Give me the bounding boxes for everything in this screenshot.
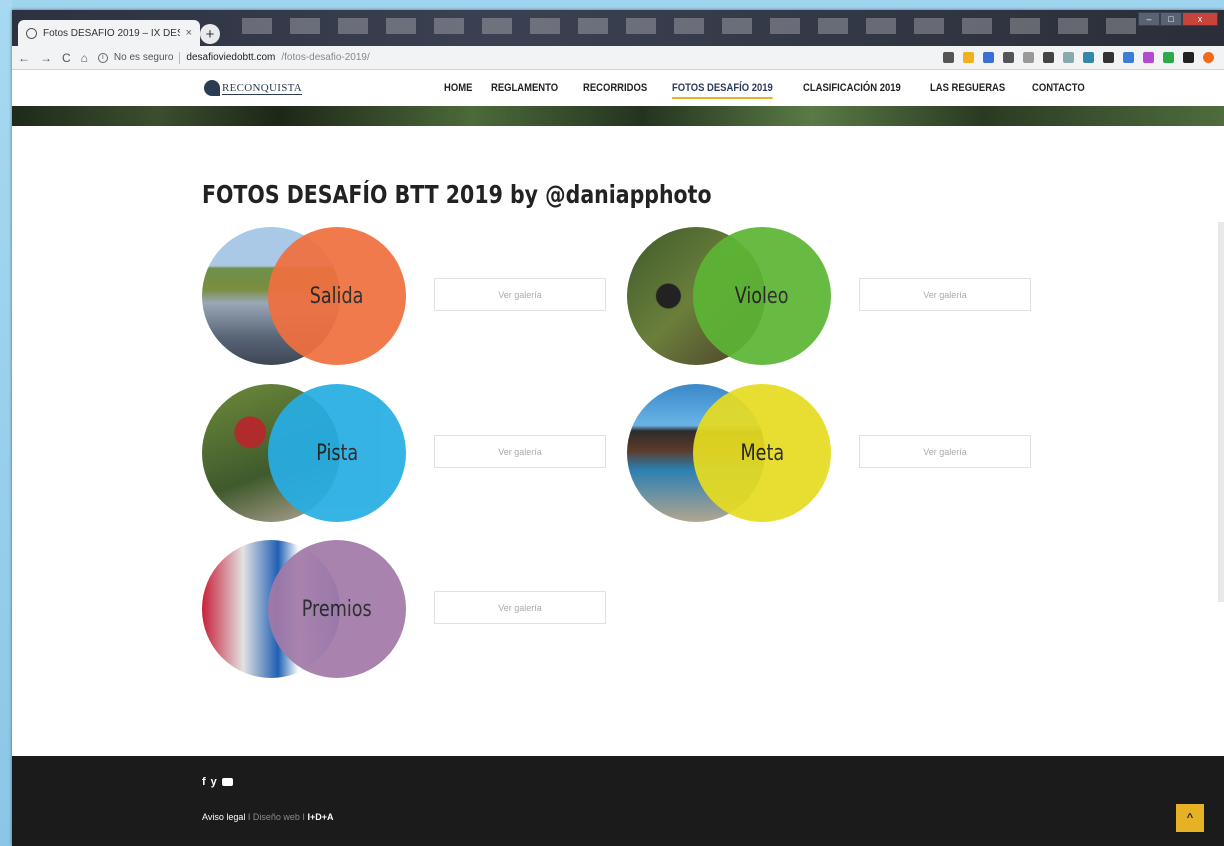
extension-icon[interactable] (1163, 52, 1174, 63)
menu-item-1[interactable]: HOME (444, 82, 472, 94)
menu-item-5[interactable]: CLASIFICACIÓN 2019 (803, 82, 901, 94)
gallery-label-circle[interactable]: Violeo (693, 227, 831, 365)
tab-strip: Fotos DESAFÍO 2019 – IX DESAFÍ × + – □ x (12, 10, 1224, 46)
main-content: FOTOS DESAFÍO BTT 2019 by @daniapphoto S… (12, 126, 1224, 746)
hero-banner-image (12, 106, 1224, 126)
legal-line: Aviso legal I Diseño web I I+D+A (202, 812, 333, 822)
gallery-label: Violeo (735, 283, 789, 309)
gallery-label: Premios (302, 596, 372, 622)
extension-icon[interactable] (1063, 52, 1074, 63)
minimize-button[interactable]: – (1138, 12, 1160, 26)
social-links: f y (202, 776, 233, 788)
back-icon[interactable]: ← (18, 51, 30, 65)
scroll-to-top-button[interactable]: ^ (1176, 804, 1204, 832)
info-icon[interactable]: i (97, 52, 108, 63)
extension-icon[interactable] (963, 52, 974, 63)
logo-text: RECONQUISTA (222, 81, 303, 95)
extension-icon[interactable] (983, 52, 994, 63)
background-menu-bar (242, 18, 1144, 34)
scrollbar[interactable] (1218, 222, 1224, 602)
extension-icon[interactable] (943, 52, 954, 63)
twitter-icon[interactable]: y (211, 776, 217, 788)
site-footer: f y Aviso legal I Diseño web I I+D+A ^ (12, 756, 1224, 846)
extension-icon[interactable] (1103, 52, 1114, 63)
browser-window: Fotos DESAFÍO 2019 – IX DESAFÍ × + – □ x… (12, 10, 1224, 846)
menu-item-7[interactable]: CONTACTO (1032, 82, 1085, 94)
extension-icon[interactable] (1203, 52, 1214, 63)
gallery-label-circle[interactable]: Salida (268, 227, 406, 365)
menu-item-6[interactable]: LAS REGUERAS (930, 82, 1005, 94)
window-controls: – □ x (1138, 12, 1218, 26)
maximize-button[interactable]: □ (1160, 12, 1182, 26)
extension-icon[interactable] (1123, 52, 1134, 63)
extension-icon[interactable] (1003, 52, 1014, 63)
page-title: FOTOS DESAFÍO BTT 2019 by @daniapphoto (202, 180, 712, 209)
url-path: /fotos-desafio-2019/ (281, 52, 370, 63)
view-gallery-button[interactable]: Ver galería (859, 435, 1031, 468)
gallery-item-premios: Premios Ver galería (202, 540, 622, 680)
legal-link[interactable]: Aviso legal (202, 812, 245, 822)
gallery-label-circle[interactable]: Pista (268, 384, 406, 522)
menu-item-3[interactable]: RECORRIDOS (583, 82, 647, 94)
view-gallery-button[interactable]: Ver galería (434, 278, 606, 311)
tab-close-icon[interactable]: × (186, 27, 192, 39)
home-icon[interactable]: ⌂ (81, 51, 88, 65)
extension-icon[interactable] (1183, 52, 1194, 63)
forward-icon[interactable]: → (40, 51, 52, 65)
gallery-item-salida: Salida Ver galería (202, 227, 622, 367)
site-logo[interactable]: RECONQUISTA (204, 79, 303, 97)
gallery-label-circle[interactable]: Premios (268, 540, 406, 678)
browser-toolbar: ← → C ⌂ i No es seguro desafioviedobtt.c… (12, 46, 1224, 70)
extension-icon[interactable] (1023, 52, 1034, 63)
url-domain: desafioviedobtt.com (186, 52, 276, 63)
facebook-icon[interactable]: f (202, 776, 206, 788)
extension-icon[interactable] (1043, 52, 1054, 63)
legal-separator: I (245, 812, 253, 822)
agency-link[interactable]: I+D+A (307, 812, 333, 822)
menu-item-2[interactable]: REGLAMENTO (491, 82, 558, 94)
address-separator (179, 51, 181, 64)
view-gallery-button[interactable]: Ver galería (434, 435, 606, 468)
browser-tab[interactable]: Fotos DESAFÍO 2019 – IX DESAFÍ × (18, 20, 200, 46)
view-gallery-button[interactable]: Ver galería (434, 591, 606, 624)
gallery-item-violeo: Violeo Ver galería (627, 227, 1047, 367)
view-gallery-button[interactable]: Ver galería (859, 278, 1031, 311)
extension-icon[interactable] (1143, 52, 1154, 63)
extension-icons (943, 52, 1214, 63)
tab-title: Fotos DESAFÍO 2019 – IX DESAFÍ (43, 27, 180, 39)
close-window-button[interactable]: x (1182, 12, 1218, 26)
main-menu: HOME REGLAMENTO RECORRIDOS FOTOS DESAFÍO 20… (444, 70, 1085, 106)
gallery-label: Pista (316, 440, 358, 466)
security-label: No es seguro (113, 52, 174, 63)
reload-icon[interactable]: C (62, 51, 71, 65)
desktop-background (0, 0, 12, 846)
globe-icon (26, 27, 37, 39)
new-tab-button[interactable]: + (200, 24, 220, 44)
extension-icon[interactable] (1083, 52, 1094, 63)
address-bar[interactable]: i No es seguro desafioviedobtt.com/fotos… (97, 51, 933, 64)
gallery-label-circle[interactable]: Meta (693, 384, 831, 522)
gallery-label: Meta (740, 440, 784, 466)
logo-mark-icon (204, 80, 220, 96)
gallery-label: Salida (310, 283, 364, 309)
design-link[interactable]: Diseño web (253, 812, 300, 822)
gallery-item-pista: Pista Ver galería (202, 384, 622, 524)
site-header: RECONQUISTA HOME REGLAMENTO RECORRIDOS FOTO… (12, 70, 1224, 106)
youtube-icon[interactable] (221, 778, 233, 786)
menu-item-4[interactable]: FOTOS DESAFÍO 2019 (671, 82, 773, 99)
gallery-item-meta: Meta Ver galería (627, 384, 1047, 524)
